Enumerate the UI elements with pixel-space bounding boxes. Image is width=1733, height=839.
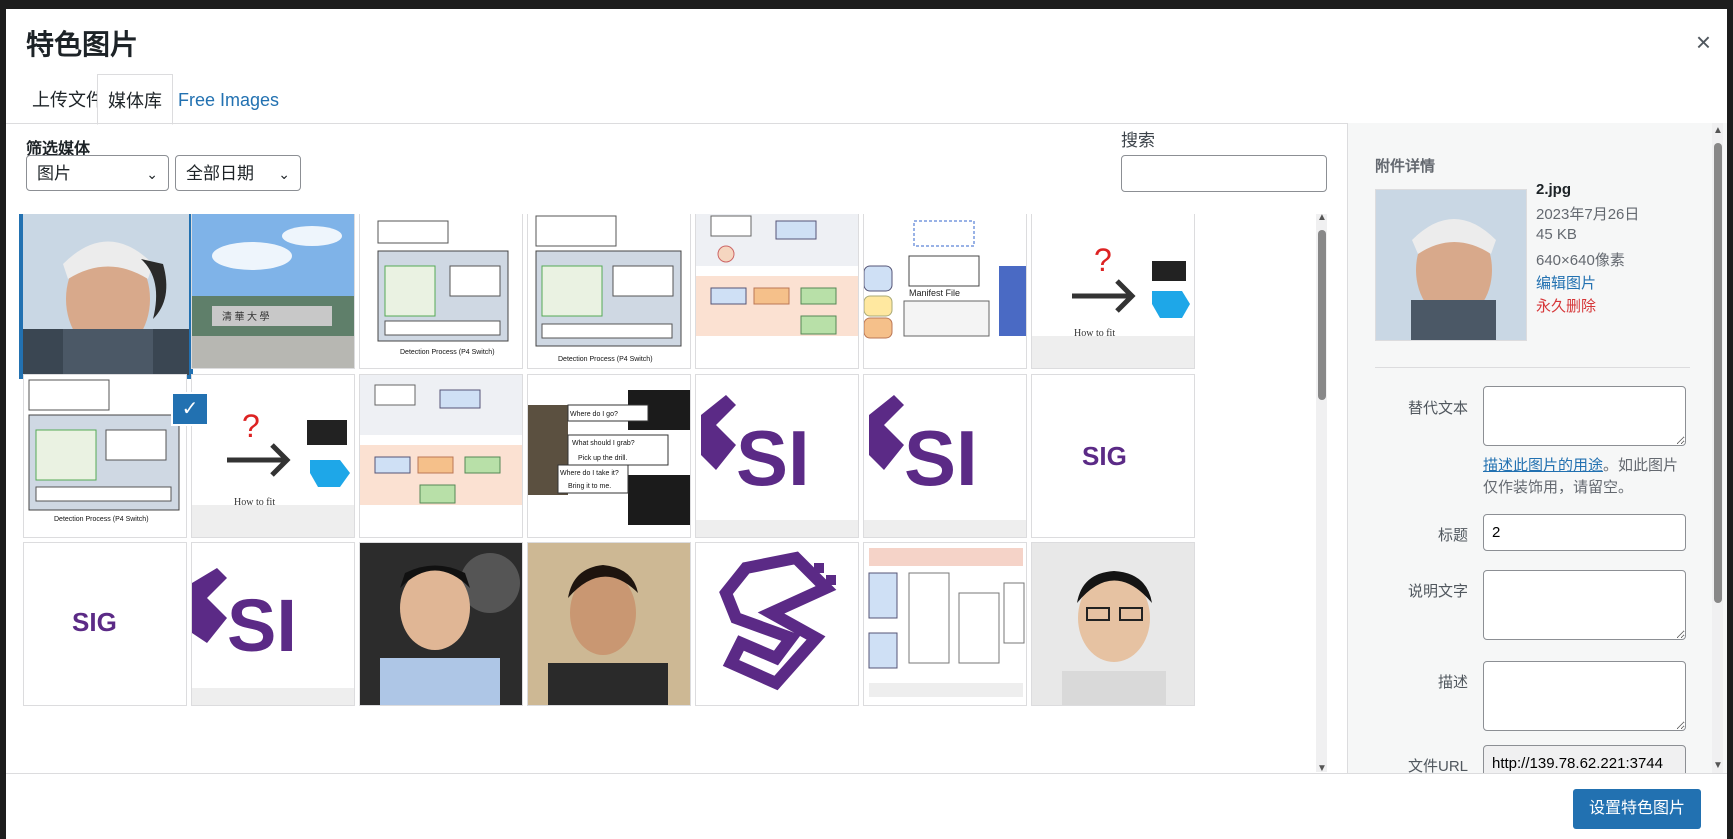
set-featured-image-button[interactable]: 设置特色图片 xyxy=(1572,789,1701,829)
svg-text:Bring it to me.: Bring it to me. xyxy=(568,483,611,490)
svg-text:?: ? xyxy=(242,408,260,444)
modal-title: 特色图片 xyxy=(26,29,139,60)
media-item-robot[interactable]: Where do I go? What should I grab? Pick up… xyxy=(527,374,691,538)
chevron-down-icon: ⌄ xyxy=(278,166,290,182)
media-item-sig-logo[interactable]: SI xyxy=(863,374,1027,538)
details-scrollbar[interactable]: ▲ ▼ xyxy=(1712,123,1723,773)
chevron-down-icon: ⌄ xyxy=(146,166,158,182)
media-item-cdn[interactable]: Manifest File xyxy=(863,214,1027,369)
media-grid: ✓ 清 華 大 學 Detection Process (P4 Switch) … xyxy=(6,214,1326,774)
media-type-select[interactable]: 图片 ⌄ xyxy=(26,155,169,191)
svg-text:清 華 大 學: 清 華 大 學 xyxy=(222,310,270,323)
attachment-date: 2023年7月26日 xyxy=(1536,206,1640,223)
svg-text:Where do I go?: Where do I go? xyxy=(570,411,618,418)
svg-text:Detection Process (P4 Switch): Detection Process (P4 Switch) xyxy=(558,356,653,363)
svg-text:Pick up the drill.: Pick up the drill. xyxy=(578,455,627,462)
media-item-diagram[interactable]: Detection Process (P4 Switch) xyxy=(359,214,523,369)
tab-media-library[interactable]: 媒体库 xyxy=(97,74,173,125)
date-filter-select[interactable]: 全部日期 ⌄ xyxy=(175,155,301,191)
title-label: 标题 xyxy=(1437,527,1468,544)
tab-free-images[interactable]: Free Images xyxy=(168,74,289,123)
media-item-sig-logo[interactable]: SI xyxy=(695,374,859,538)
svg-text:SIG: SIG xyxy=(1082,441,1127,471)
attachment-size: 45 KB xyxy=(1536,226,1577,243)
svg-text:SIG: SIG xyxy=(72,607,117,637)
edit-image-link[interactable]: 编辑图片 xyxy=(1536,272,1596,293)
media-item-sig-logo[interactable] xyxy=(695,542,859,706)
media-item-person[interactable] xyxy=(527,542,691,706)
attachment-thumbnail xyxy=(1375,189,1527,341)
media-item-person-vr[interactable] xyxy=(19,214,193,379)
attachment-filename: 2.jpg xyxy=(1536,181,1572,198)
alt-text-help: 描述此图片的用途。如此图片仅作装饰用，请留空。 xyxy=(1483,457,1679,496)
close-icon[interactable]: × xyxy=(1696,29,1711,55)
svg-text:Where do I take it?: Where do I take it? xyxy=(560,470,619,477)
caption-label: 说明文字 xyxy=(1407,583,1468,600)
featured-image-modal: 特色图片 × 上传文件 媒体库 Free Images 筛选媒体 图片 ⌄ 全部… xyxy=(6,9,1727,839)
media-type-value: 图片 xyxy=(37,164,71,183)
attachment-details-panel: 附件详情 2.jpg 2023年7月26日 45 KB 640×640像素 编辑… xyxy=(1347,123,1727,773)
svg-text:SI: SI xyxy=(904,414,978,502)
media-item-pipeline[interactable] xyxy=(695,214,859,369)
description-label: 描述 xyxy=(1437,674,1468,691)
search-input[interactable] xyxy=(1121,155,1327,192)
media-item-sig-logo[interactable]: SIG xyxy=(23,542,187,706)
alt-text-label: 替代文本 xyxy=(1407,400,1468,417)
media-item-question[interactable]: ? How to fit xyxy=(1031,214,1195,369)
media-item-sig-logo[interactable]: SIG xyxy=(1031,374,1195,538)
caption-field[interactable] xyxy=(1483,570,1686,640)
svg-text:SI: SI xyxy=(227,584,297,667)
media-item-pipeline[interactable] xyxy=(359,374,523,538)
svg-text:What should I grab?: What should I grab? xyxy=(572,440,635,447)
details-divider xyxy=(1375,367,1690,368)
attachment-dimensions: 640×640像素 xyxy=(1536,252,1625,269)
svg-text:Detection Process (P4 Switch): Detection Process (P4 Switch) xyxy=(400,349,495,356)
media-grid-scrollbar[interactable]: ▲ ▼ xyxy=(1316,212,1327,774)
file-url-label: 文件URL xyxy=(1407,758,1468,773)
media-item-question[interactable]: ? How to fit xyxy=(191,374,355,538)
media-item-diagram[interactable]: Detection Process (P4 Switch) xyxy=(527,214,691,369)
svg-text:Detection Process (P4 Switch): Detection Process (P4 Switch) xyxy=(54,516,149,523)
delete-permanently-link[interactable]: 永久删除 xyxy=(1536,295,1596,316)
alt-text-field[interactable] xyxy=(1483,386,1686,446)
date-filter-value: 全部日期 xyxy=(186,164,254,183)
modal-tabs: 上传文件 媒体库 Free Images xyxy=(22,74,1522,125)
attachment-details-title: 附件详情 xyxy=(1375,158,1436,175)
media-item-architecture[interactable] xyxy=(863,542,1027,706)
media-item-person[interactable] xyxy=(359,542,523,706)
alt-text-help-link[interactable]: 描述此图片的用途 xyxy=(1483,457,1603,474)
svg-text:Manifest File: Manifest File xyxy=(909,288,960,298)
media-item-diagram[interactable]: Detection Process (P4 Switch) xyxy=(23,374,187,538)
file-url-field[interactable] xyxy=(1483,745,1686,773)
description-field[interactable] xyxy=(1483,661,1686,731)
search-label: 搜索 xyxy=(1121,131,1155,150)
selected-check-icon[interactable]: ✓ xyxy=(171,392,209,426)
modal-footer: 设置特色图片 xyxy=(6,773,1727,839)
media-item-campus[interactable]: 清 華 大 學 xyxy=(191,214,355,369)
title-field[interactable] xyxy=(1483,514,1686,551)
svg-text:?: ? xyxy=(1094,242,1112,278)
media-item-sig-logo[interactable]: SI xyxy=(191,542,355,706)
media-item-person[interactable] xyxy=(1031,542,1195,706)
svg-text:SI: SI xyxy=(736,414,810,502)
